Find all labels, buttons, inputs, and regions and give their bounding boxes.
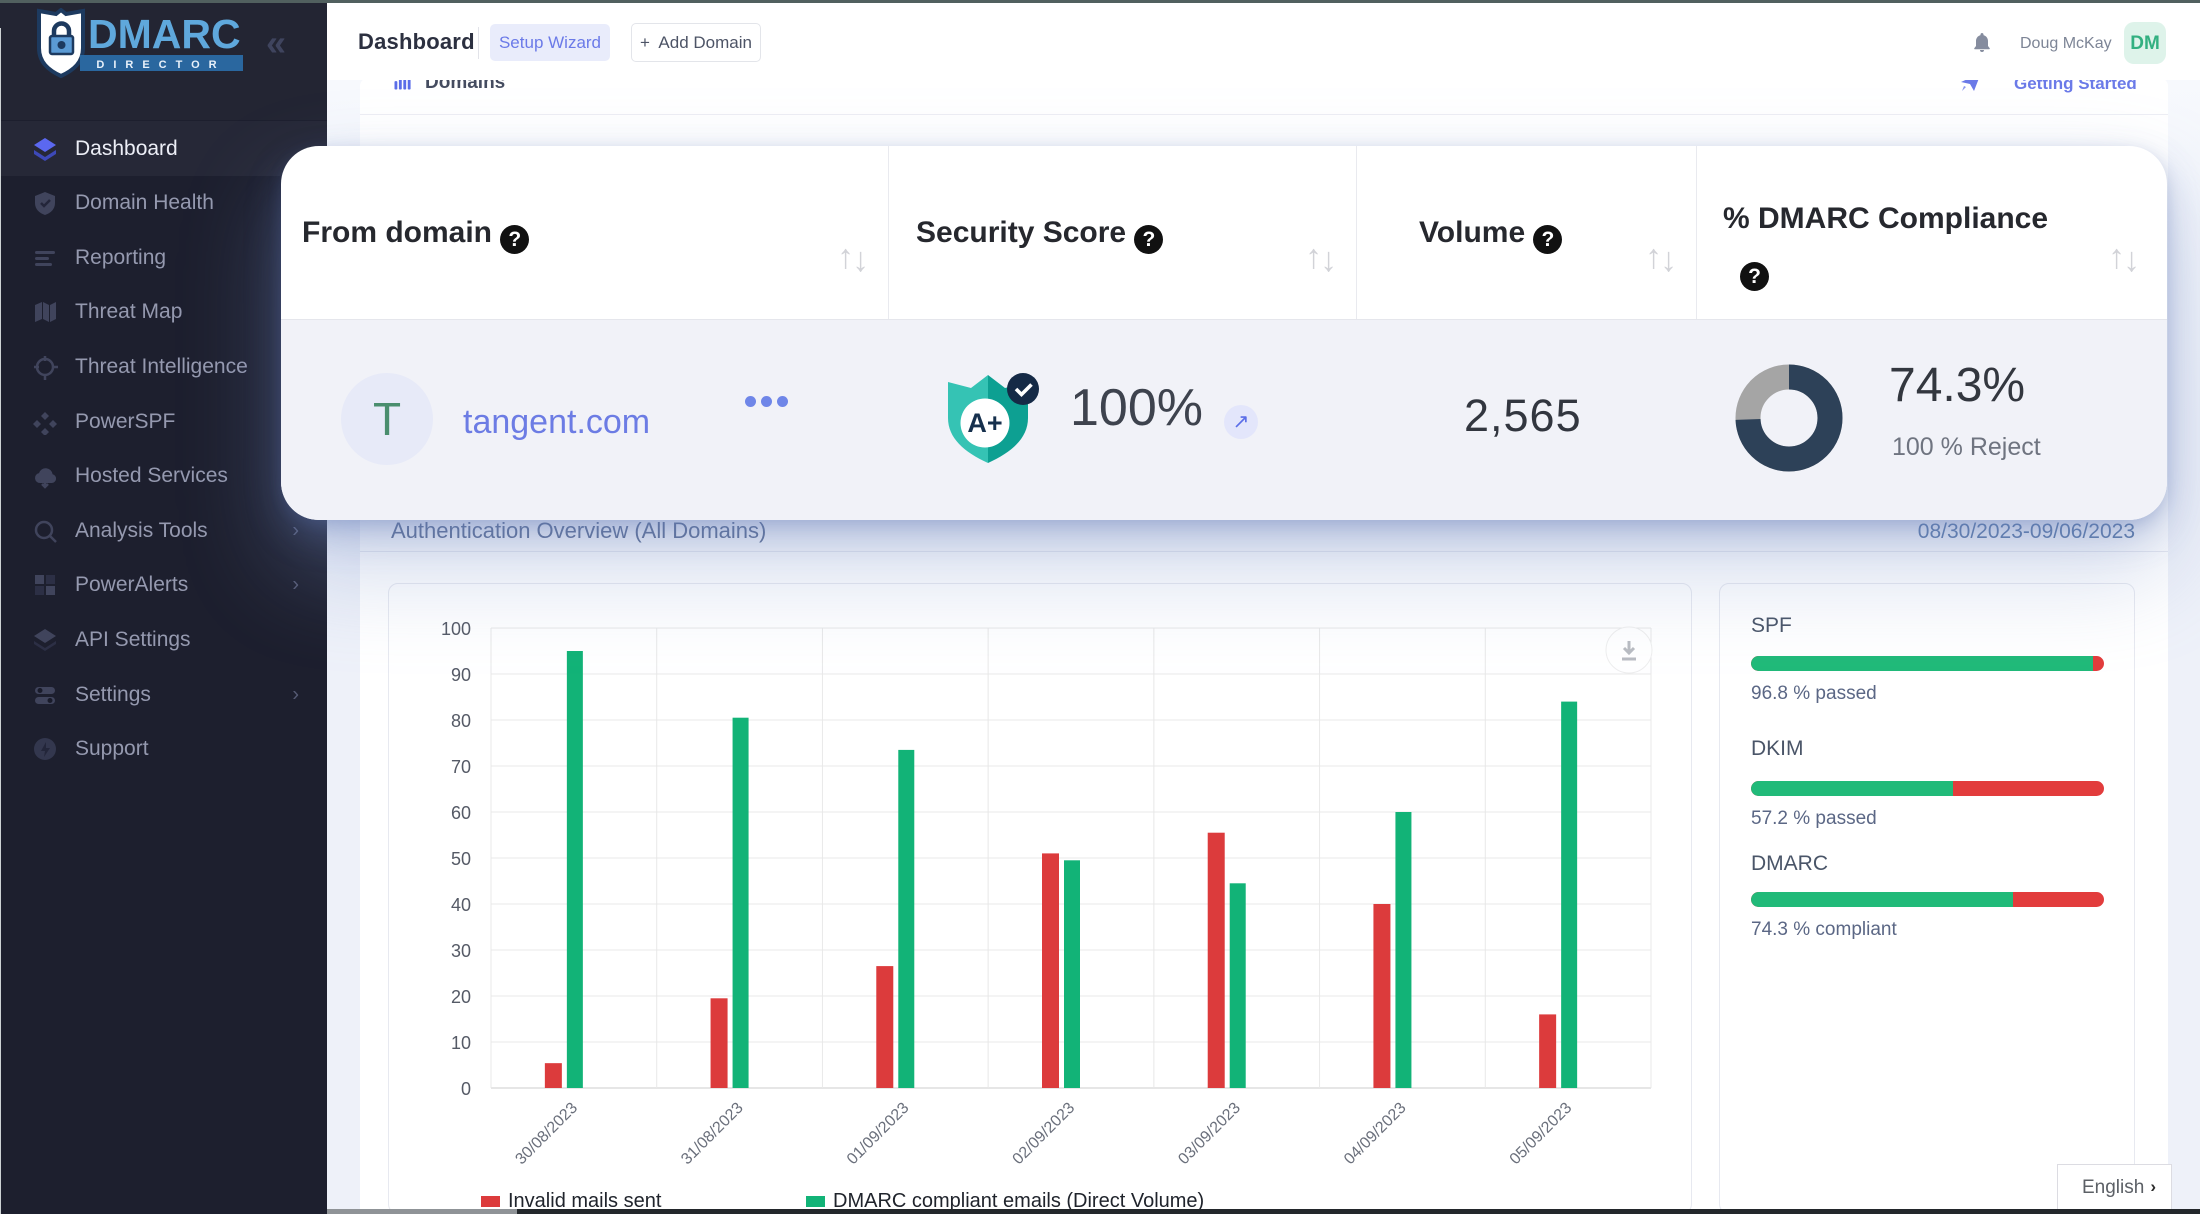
svg-text:05/09/2023: 05/09/2023 (1507, 1099, 1576, 1168)
svg-text:60: 60 (451, 803, 471, 823)
svg-text:30: 30 (451, 941, 471, 961)
svg-text:50: 50 (451, 849, 471, 869)
svg-text:31/08/2023: 31/08/2023 (678, 1099, 747, 1168)
svg-text:02/09/2023: 02/09/2023 (1010, 1099, 1079, 1168)
svg-text:20: 20 (451, 987, 471, 1007)
svg-text:01/09/2023: 01/09/2023 (844, 1099, 913, 1168)
svg-text:40: 40 (451, 895, 471, 915)
svg-text:10: 10 (451, 1033, 471, 1053)
svg-text:0: 0 (461, 1079, 471, 1099)
svg-text:04/09/2023: 04/09/2023 (1341, 1099, 1410, 1168)
svg-text:03/09/2023: 03/09/2023 (1175, 1099, 1244, 1168)
svg-text:A+: A+ (967, 408, 1002, 438)
svg-text:100: 100 (441, 619, 471, 639)
svg-text:80: 80 (451, 711, 471, 731)
svg-text:DMARC: DMARC (88, 11, 241, 57)
svg-text:30/08/2023: 30/08/2023 (512, 1099, 581, 1168)
svg-text:90: 90 (451, 665, 471, 685)
svg-text:70: 70 (451, 757, 471, 777)
svg-text:DIRECTOR: DIRECTOR (96, 59, 225, 71)
